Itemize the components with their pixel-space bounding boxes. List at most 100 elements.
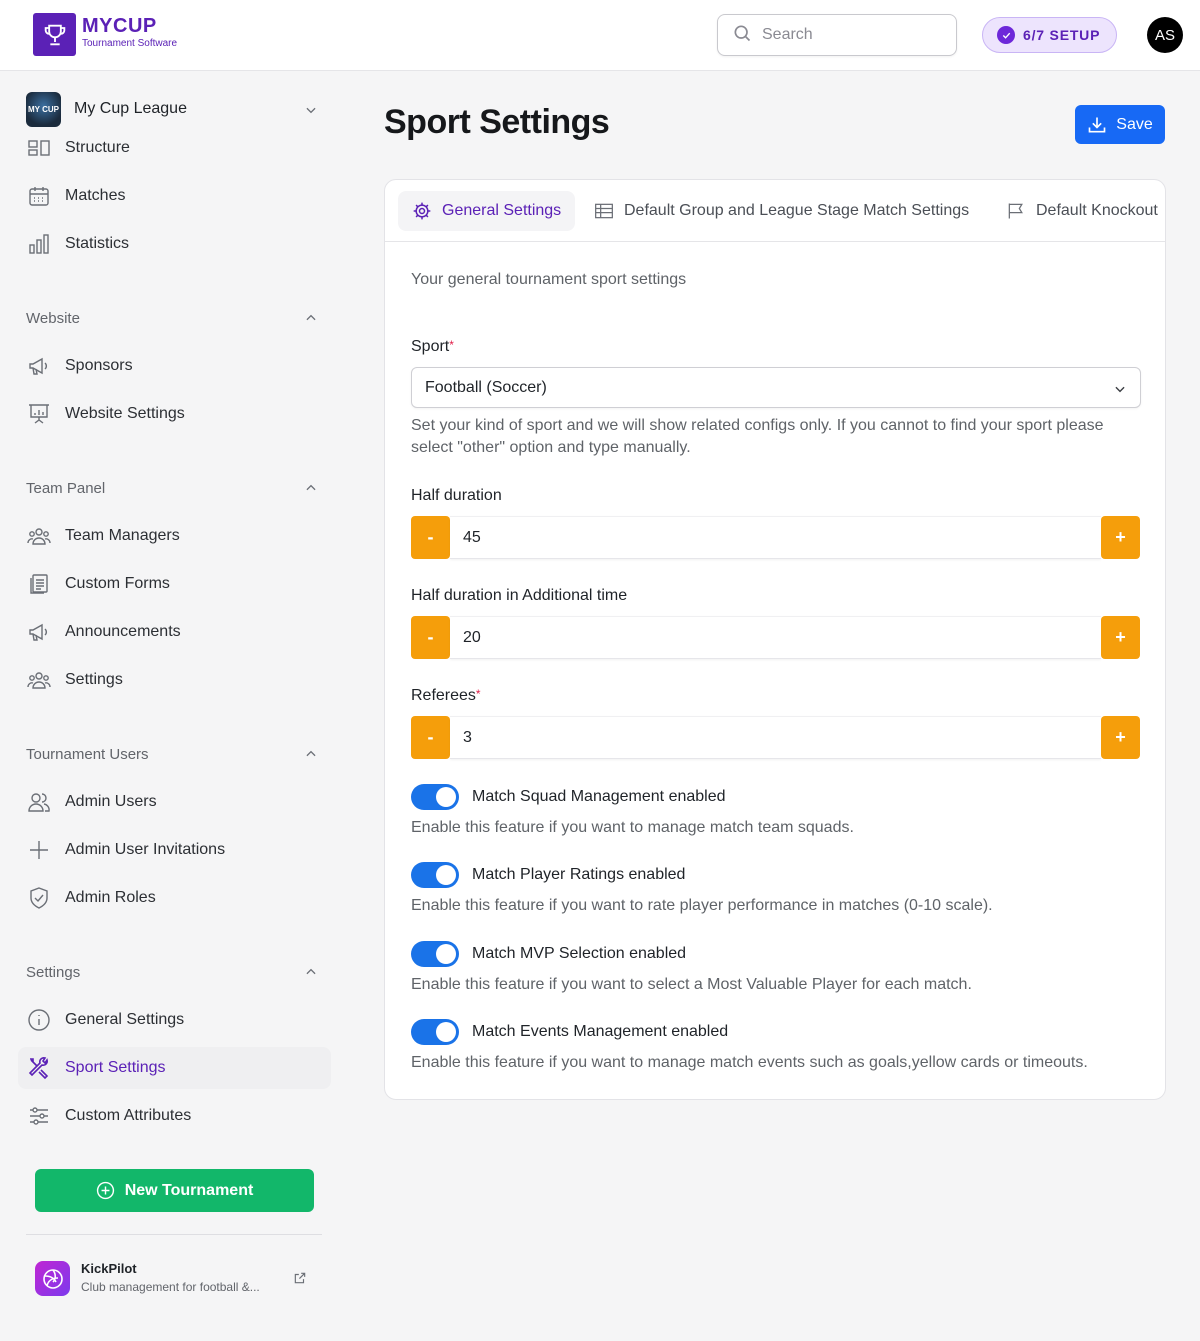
sport-select-value: Football (Soccer) — [425, 378, 547, 396]
additional-time-input[interactable] — [450, 616, 1101, 659]
mvp-selection-toggle[interactable] — [411, 941, 459, 967]
table-icon — [595, 203, 613, 219]
sidebar-item-label: Admin Users — [65, 793, 157, 810]
sidebar-item-admin-roles[interactable]: Admin Roles — [18, 877, 331, 919]
section-title-label: Tournament Users — [26, 745, 149, 763]
sidebar-item-sport-settings[interactable]: Sport Settings — [18, 1047, 331, 1089]
forms-icon — [26, 571, 52, 597]
trophy-logo-icon[interactable] — [33, 13, 76, 56]
bar-chart-icon — [26, 231, 52, 257]
referees-label-text: Referees — [411, 687, 476, 704]
volleyball-icon — [35, 1261, 70, 1296]
increment-button[interactable]: + — [1101, 616, 1140, 659]
squad-management-toggle[interactable] — [411, 784, 459, 810]
structure-icon — [26, 135, 52, 161]
toggle-row-squad-management: Match Squad Management enabled — [411, 783, 726, 811]
increment-button[interactable]: + — [1101, 716, 1140, 759]
section-title-label: Settings — [26, 963, 81, 981]
sidebar-item-label: Sport Settings — [65, 1059, 166, 1076]
avatar[interactable]: AS — [1147, 17, 1183, 53]
toggle-help-text: Enable this feature if you want to rate … — [411, 897, 993, 914]
tab-default-group-league[interactable]: Default Group and League Stage Match Set… — [594, 191, 969, 231]
kickpilot-promo[interactable]: KickPilot Club management for football &… — [35, 1261, 315, 1301]
sidebar-item-website-settings[interactable]: Website Settings — [18, 393, 331, 435]
sidebar-item-label: Admin Roles — [65, 889, 156, 906]
sidebar-item-admin-users[interactable]: Admin Users — [18, 781, 331, 823]
sidebar-item-label: Admin User Invitations — [65, 841, 226, 858]
sidebar-item-custom-attributes[interactable]: Custom Attributes — [18, 1095, 331, 1137]
setup-progress-badge[interactable]: 6/7 SETUP — [982, 17, 1117, 53]
external-link-icon[interactable] — [293, 1271, 307, 1290]
half-duration-input[interactable] — [450, 516, 1101, 559]
brand-logo[interactable]: MYCUP Tournament Software — [82, 15, 177, 51]
additional-time-label: Half duration in Additional time — [411, 587, 628, 604]
search-input[interactable] — [762, 26, 942, 44]
sidebar-item-matches[interactable]: Matches — [18, 175, 331, 217]
new-tournament-button[interactable]: New Tournament — [35, 1169, 314, 1212]
section-team-panel[interactable]: Team Panel — [26, 476, 322, 500]
toggle-row-events-management: Match Events Management enabled — [411, 1018, 728, 1046]
tab-label: Default Group and League Stage Match Set… — [624, 202, 970, 219]
users-group-icon — [26, 523, 52, 549]
sidebar-item-label: Website Settings — [65, 405, 185, 422]
league-selector[interactable]: MY CUP My Cup League — [26, 91, 322, 127]
sidebar-item-team-managers[interactable]: Team Managers — [18, 515, 331, 557]
brand-subtitle: Tournament Software — [82, 38, 178, 49]
toggle-knob — [436, 1022, 456, 1042]
sidebar-item-label: Team Managers — [65, 527, 180, 544]
sidebar-item-custom-forms[interactable]: Custom Forms — [18, 563, 331, 605]
decrement-button[interactable]: - — [411, 716, 450, 759]
toggle-help-text: Enable this feature if you want to manag… — [411, 1054, 1088, 1071]
tab-default-knockout[interactable]: Default Knockout — [1006, 191, 1158, 231]
download-icon — [1088, 117, 1106, 132]
additional-time-stepper: - + — [411, 616, 1140, 659]
sidebar-item-admin-user-invitations[interactable]: Admin User Invitations — [18, 829, 331, 871]
users-icon — [26, 789, 52, 815]
sliders-icon — [26, 1103, 52, 1129]
chevron-down-icon — [304, 103, 318, 122]
chevron-up-icon — [304, 311, 318, 329]
search-icon — [732, 23, 752, 48]
users-group-icon — [26, 667, 52, 693]
sidebar-item-label: Custom Forms — [65, 575, 170, 592]
sidebar-item-statistics[interactable]: Statistics — [18, 223, 331, 265]
half-duration-label: Half duration — [411, 487, 502, 504]
player-ratings-toggle[interactable] — [411, 862, 459, 888]
sidebar-item-label: Sponsors — [65, 357, 133, 374]
sidebar-item-structure[interactable]: Structure — [18, 127, 331, 169]
sidebar-item-general-settings[interactable]: General Settings — [18, 999, 331, 1041]
decrement-button[interactable]: - — [411, 516, 450, 559]
events-management-toggle[interactable] — [411, 1019, 459, 1045]
sport-select[interactable]: Football (Soccer) — [411, 367, 1141, 408]
sidebar-item-team-settings[interactable]: Settings — [18, 659, 331, 701]
referees-input[interactable] — [450, 716, 1101, 759]
chevron-up-icon — [304, 747, 318, 765]
section-settings[interactable]: Settings — [26, 960, 322, 984]
sidebar-item-announcements[interactable]: Announcements — [18, 611, 331, 653]
sidebar-item-label: Statistics — [65, 235, 130, 252]
card-description: Your general tournament sport settings — [411, 271, 687, 288]
sport-label-text: Sport — [411, 338, 450, 355]
setup-badge-label: 6/7 SETUP — [1023, 27, 1101, 43]
toggle-knob — [436, 865, 456, 885]
toggle-label: Match MVP Selection enabled — [472, 945, 687, 962]
tab-label: General Settings — [442, 202, 562, 219]
sidebar-item-label: Matches — [65, 187, 126, 204]
section-tournament-users[interactable]: Tournament Users — [26, 742, 322, 766]
shield-check-icon — [26, 885, 52, 911]
increment-button[interactable]: + — [1101, 516, 1140, 559]
search-box[interactable] — [717, 14, 957, 56]
sidebar-item-label: Announcements — [65, 623, 181, 640]
sidebar-item-sponsors[interactable]: Sponsors — [18, 345, 331, 387]
referees-label: Referees* — [411, 687, 481, 705]
check-circle-icon — [997, 26, 1015, 44]
section-website[interactable]: Website — [26, 306, 322, 330]
tab-general-settings[interactable]: General Settings — [398, 191, 576, 231]
plus-icon — [26, 837, 52, 863]
save-button[interactable]: Save — [1075, 105, 1165, 144]
brand-title: MYCUP — [82, 15, 157, 37]
league-name: My Cup League — [74, 100, 187, 117]
tools-icon — [26, 1055, 52, 1081]
decrement-button[interactable]: - — [411, 616, 450, 659]
chevron-up-icon — [304, 481, 318, 499]
